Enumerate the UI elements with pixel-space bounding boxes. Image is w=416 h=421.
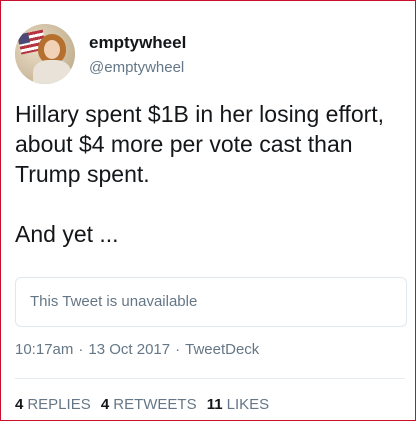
meta-separator: ·	[175, 341, 181, 358]
replies-stat[interactable]: 4 REPLIES	[15, 396, 91, 413]
tweet-card: emptywheel @emptywheel Hillary spent $1B…	[0, 0, 416, 421]
display-name[interactable]: emptywheel	[89, 33, 186, 53]
profile-photo-icon[interactable]	[15, 24, 75, 84]
retweets-count: 4	[100, 396, 110, 413]
avatar-face	[44, 40, 60, 59]
tweet-stats: 4 REPLIES 4 RETWEETS 11 LIKES	[15, 396, 275, 413]
replies-count: 4	[15, 396, 24, 413]
retweets-label: RETWEETS	[113, 396, 197, 413]
likes-stat[interactable]: 11 LIKES	[207, 396, 269, 413]
tweet-time[interactable]: 10:17am	[15, 341, 73, 358]
replies-label: REPLIES	[27, 396, 91, 413]
stats-divider	[15, 378, 405, 379]
tweet-header: emptywheel @emptywheel	[15, 21, 395, 85]
avatar-body	[33, 60, 71, 84]
retweets-stat[interactable]: 4 RETWEETS	[101, 396, 197, 413]
tweet-source[interactable]: TweetDeck	[185, 341, 259, 358]
user-handle[interactable]: @emptywheel	[89, 59, 184, 76]
likes-label: LIKES	[226, 396, 270, 413]
quoted-tweet[interactable]: This Tweet is unavailable	[15, 277, 407, 327]
tweet-text: Hillary spent $1B in her losing effort, …	[15, 101, 385, 247]
likes-count: 11	[206, 396, 223, 413]
meta-separator: ·	[78, 341, 84, 358]
quoted-tweet-unavailable-text: This Tweet is unavailable	[30, 293, 198, 310]
tweet-date[interactable]: 13 Oct 2017	[88, 341, 170, 358]
tweet-metadata: 10:17am · 13 Oct 2017 · TweetDeck	[15, 341, 259, 358]
